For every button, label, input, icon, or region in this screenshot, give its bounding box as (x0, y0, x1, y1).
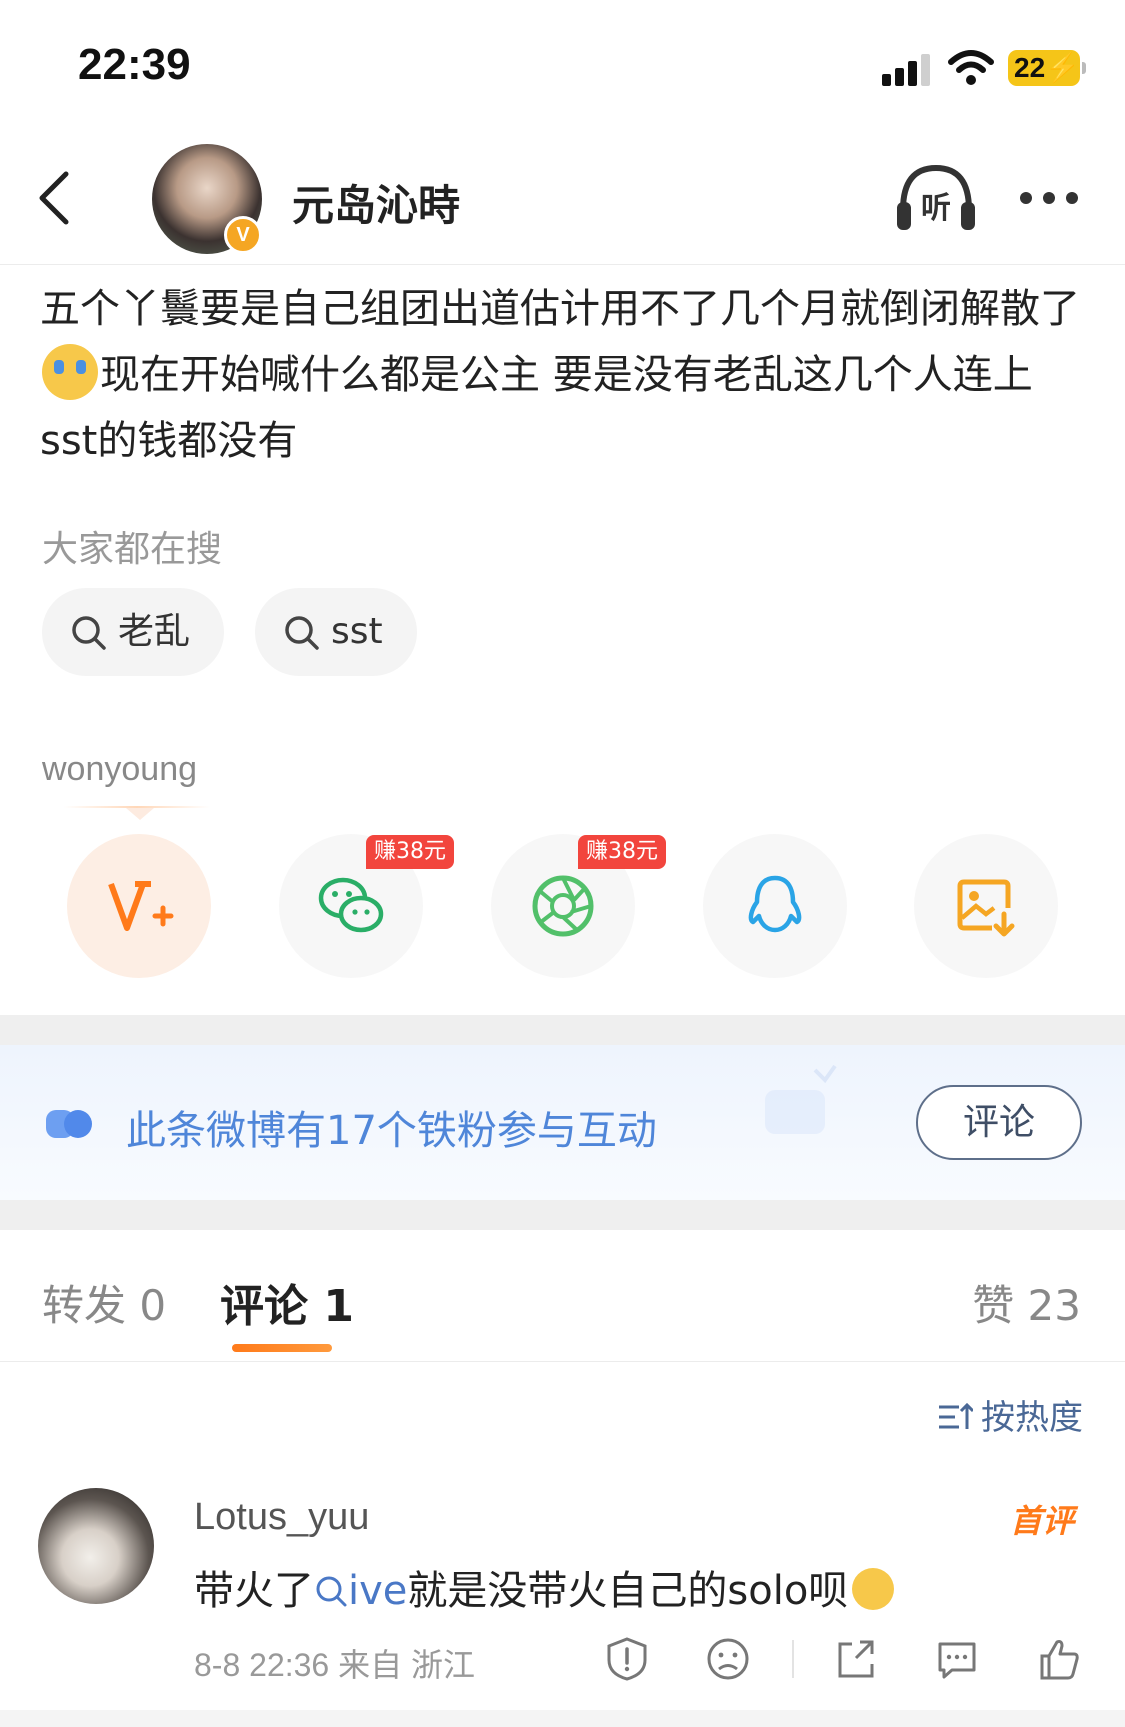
status-bar: 22:39 22⚡ (0, 0, 1125, 130)
search-chip[interactable]: 老乱 (42, 588, 225, 676)
comment-text: 带火了 ive就是没带火自己的solo呗 (194, 1558, 895, 1616)
moments-icon (532, 875, 594, 937)
search-icon (285, 616, 319, 650)
reply-comment-icon[interactable] (934, 1636, 980, 1682)
share-vplus-button[interactable] (67, 834, 211, 978)
battery-indicator: 22⚡ (1008, 50, 1080, 86)
comment-button[interactable]: 评论 (916, 1085, 1082, 1160)
commenter-avatar[interactable] (38, 1488, 154, 1604)
share-caret (126, 808, 154, 820)
save-image-icon (957, 879, 1015, 937)
post-text-part-1: 五个丫鬟要是自己组团出道估计用不了几个月就倒闭解散了 (40, 286, 1080, 332)
comment-text-part-2: 就是没带火自己的solo呗 (407, 1568, 849, 1614)
first-comment-tag: 首评 (1010, 1502, 1075, 1540)
section-divider (0, 1015, 1125, 1045)
author-username[interactable]: 元岛沁時 (292, 172, 460, 233)
cellular-signal-icon (882, 52, 934, 86)
wifi-icon (948, 50, 994, 85)
reward-badge: 赚38元 (366, 835, 454, 869)
post-tabs: 转发 0 评论 1 赞 23 (0, 1230, 1125, 1362)
like-thumb-icon[interactable] (1036, 1636, 1082, 1682)
report-icon[interactable] (604, 1636, 650, 1682)
search-icon (72, 616, 106, 650)
search-chip-label: sst (331, 611, 383, 652)
trending-search-title: 大家都在搜 (42, 529, 223, 570)
sort-icon (939, 1402, 973, 1429)
v-plus-icon (108, 881, 174, 931)
post-text-part-2: 现在开始喊什么都是公主 要是没有老乱这几个人连上sst的钱都没有 (40, 352, 1033, 464)
crying-emoji-icon (42, 344, 98, 400)
sort-toggle[interactable]: 按热度 (937, 1390, 1083, 1439)
post-body: 五个丫鬟要是自己组团出道估计用不了几个月就倒闭解散了现在开始喊什么都是公主 要是… (40, 276, 1090, 474)
battery-level: 22 (1014, 52, 1046, 83)
banner-decoration-icon (765, 1064, 837, 1134)
verified-badge-icon: V (224, 216, 262, 254)
svg-text:听: 听 (921, 191, 951, 226)
save-image-button[interactable] (914, 834, 1058, 978)
fans-badge-icon (46, 1110, 92, 1138)
share-label: wonyoung (42, 750, 198, 788)
comment-meta: 8-8 22:36 来自 浙江 (194, 1647, 476, 1683)
tab-forward[interactable]: 转发 0 (42, 1272, 166, 1333)
more-options-icon[interactable] (1016, 188, 1082, 208)
post-header: V 元岛沁時 听 (0, 130, 1125, 265)
author-avatar-container[interactable]: V (152, 144, 262, 254)
action-divider (792, 1640, 794, 1678)
fans-interaction-text: 此条微博有17个铁粉参与互动 (126, 1108, 657, 1154)
bottom-divider (0, 1710, 1125, 1727)
active-tab-indicator (232, 1344, 332, 1352)
reward-badge: 赚38元 (578, 835, 666, 869)
qq-icon (748, 875, 802, 933)
share-icon[interactable] (832, 1636, 878, 1682)
search-chip[interactable]: sst (255, 588, 417, 676)
comment-link-label: ive (348, 1568, 408, 1614)
search-icon (316, 1576, 347, 1607)
search-chip-label: 老乱 (118, 611, 191, 652)
status-time: 22:39 (78, 40, 191, 89)
battery-tip (1082, 62, 1086, 74)
sort-label: 按热度 (981, 1398, 1083, 1438)
wechat-icon (318, 877, 384, 933)
commenter-username[interactable]: Lotus_yuu (194, 1496, 369, 1539)
tab-likes[interactable]: 赞 23 (972, 1272, 1081, 1333)
comment-search-link[interactable]: ive (314, 1568, 407, 1614)
section-divider (0, 1200, 1125, 1230)
dislike-face-icon[interactable] (705, 1636, 751, 1682)
comment-text-part-1: 带火了 (194, 1568, 314, 1614)
tab-comment[interactable]: 评论 1 (220, 1270, 354, 1334)
share-qq-button[interactable] (703, 834, 847, 978)
smirk-emoji-icon (852, 1568, 895, 1610)
listen-headphone-icon[interactable]: 听 (893, 158, 979, 238)
back-icon[interactable] (30, 166, 80, 230)
